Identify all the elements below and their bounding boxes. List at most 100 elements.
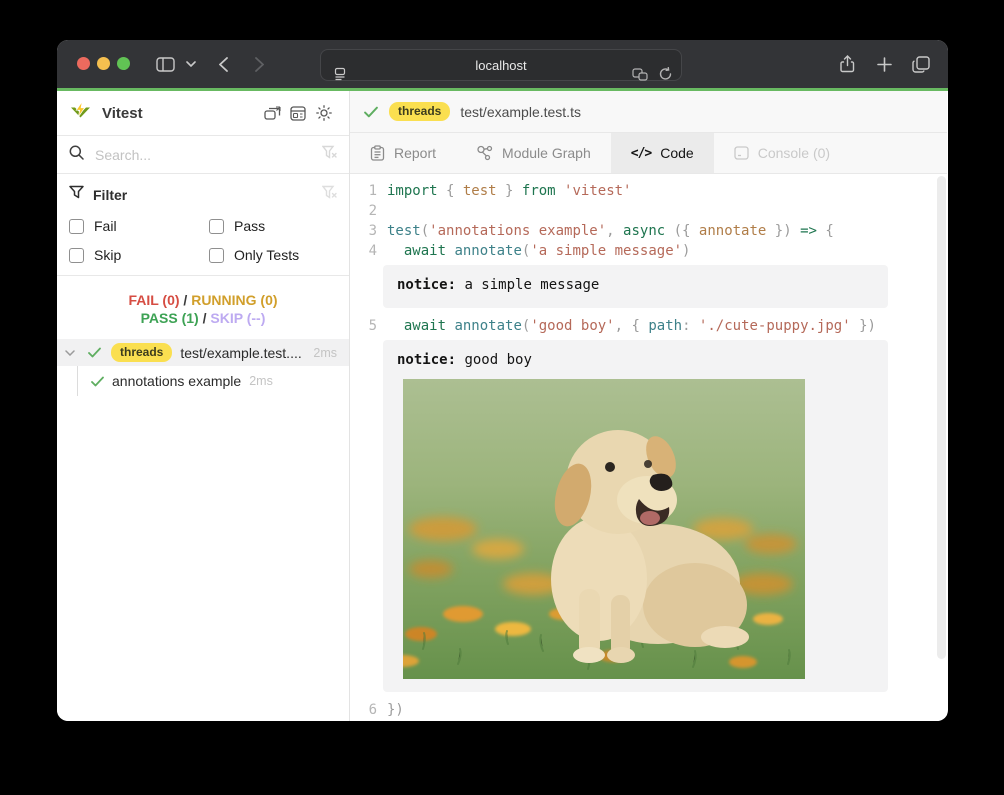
chevron-down-icon[interactable] [183,40,199,88]
vertical-scrollbar[interactable] [937,176,946,659]
line-number: 1 [350,181,377,201]
share-icon[interactable] [835,40,859,88]
report-icon [370,145,385,161]
filter-checkbox-skip[interactable]: Skip [69,247,209,263]
file-header: threads test/example.test.ts [350,91,947,133]
pass-check-icon [364,106,378,118]
code-line: 6}) [350,700,947,720]
app-title: Vitest [102,105,259,122]
code-line: 2 [350,201,947,221]
line-number: 2 [350,201,377,221]
code-text: test('annotations example', async ({ ann… [387,221,834,241]
annotation-attachment-image [403,379,805,679]
sidebar: Vitest [57,91,350,721]
filter-checkbox-only-tests[interactable]: Only Tests [209,247,337,263]
test-duration: 2ms [249,374,273,388]
code-text: }) [387,700,404,720]
sidebar-header: Vitest [57,91,349,136]
status-part-2: SKIP (--) [210,310,265,326]
minimize-window-button[interactable] [97,57,110,70]
forward-button[interactable] [249,40,269,88]
checkbox-label: Pass [234,218,265,234]
filter-section: Filter Fail Pass Skip Only Tests [57,174,349,276]
annotation-text: notice: good boy [397,350,874,370]
checkbox-box[interactable] [209,219,224,234]
chevron-down-icon[interactable] [65,350,75,356]
new-tab-icon[interactable] [872,40,896,88]
line-number: 3 [350,221,377,241]
tab-report[interactable]: Report [350,133,456,173]
screen: localhost [0,0,1004,795]
line-number: 7 [350,720,377,721]
code-line: 5 await annotate('good boy', { path: './… [350,316,947,336]
annotation-message: a simple message [456,277,599,293]
checkbox-label: Only Tests [234,247,299,263]
search-icon [69,145,84,165]
annotation-type-label: notice: [397,277,456,293]
code-line: 1 import { test } from 'vitest' [350,181,947,201]
checkbox-label: Skip [94,247,121,263]
tab-console-0[interactable]: Console (0) [714,133,850,173]
tree-test-row[interactable]: annotations example 2ms [57,366,349,396]
code-line: 7 [350,720,947,721]
pool-badge: threads [389,102,450,121]
search-input[interactable] [93,146,322,164]
tab-label: Report [394,145,436,161]
filter-checkbox-fail[interactable]: Fail [69,218,209,234]
annotation-type-label: notice: [397,352,456,368]
code-text: import { test } from 'vitest' [387,181,631,201]
code-icon: </> [631,146,651,161]
tab-bar: Report Module Graph </> Code Console (0) [350,133,947,174]
code-text: await annotate('good boy', { path: './cu… [387,316,876,336]
theme-toggle-sun-icon[interactable] [311,100,337,126]
status-part-1: / [199,310,211,326]
indent-guide [77,366,78,396]
main-panel: threads test/example.test.ts Report Modul… [350,91,947,721]
clear-filter-icon[interactable] [322,185,337,204]
tab-module-graph[interactable]: Module Graph [456,133,611,173]
tab-overview-icon[interactable] [908,40,934,88]
filter-checkbox-pass[interactable]: Pass [209,218,337,234]
status-line-pass-skip: PASS (1) / SKIP (--) [57,309,349,327]
browser-window: localhost [57,40,948,721]
address-bar[interactable]: localhost [320,49,682,81]
file-path: test/example.test.ts [460,104,581,120]
filter-label: Filter [93,187,322,203]
annotation-message: good boy [456,352,532,368]
collapse-panels-icon[interactable] [259,100,285,126]
checkbox-box[interactable] [69,248,84,263]
annotation-block: notice: a simple message [383,265,888,308]
tab-label: Code [660,145,693,161]
run-status-summary: FAIL (0) / RUNNING (0) PASS (1) / SKIP (… [57,276,349,339]
code-text: await annotate('a simple message') [387,241,690,261]
vitest-logo-icon [69,100,92,127]
checkbox-box[interactable] [209,248,224,263]
code-viewer: 1 import { test } from 'vitest' 23 test('an… [350,174,947,721]
status-part-0: FAIL (0) [128,292,179,308]
tab-code[interactable]: </> Code [611,133,714,173]
pass-check-icon [88,347,101,358]
dashboard-icon[interactable] [285,100,311,126]
checkbox-box[interactable] [69,219,84,234]
status-part-0: PASS (1) [141,310,199,326]
tab-label: Module Graph [502,145,591,161]
annotation-block: notice: good boy [383,340,888,692]
search-row [57,136,349,174]
tab-label: Console (0) [758,145,830,161]
code-line: 3 test('annotations example', async ({ an… [350,221,947,241]
tree-file-row[interactable]: threads test/example.test.... 2ms [57,339,349,366]
sidebar-toggle-icon[interactable] [153,40,177,88]
console-icon [734,146,749,160]
file-duration: 2ms [313,346,337,360]
back-button[interactable] [213,40,233,88]
pass-check-icon [91,376,104,387]
line-number: 6 [350,700,377,720]
code-line: 4 await annotate('a simple message') [350,241,947,261]
close-window-button[interactable] [77,57,90,70]
browser-toolbar: localhost [57,40,948,88]
zoom-window-button[interactable] [117,57,130,70]
test-name: annotations example [112,373,241,389]
clear-search-filter-icon[interactable] [322,145,337,164]
url-text: localhost [321,58,681,73]
status-part-2: RUNNING (0) [191,292,277,308]
